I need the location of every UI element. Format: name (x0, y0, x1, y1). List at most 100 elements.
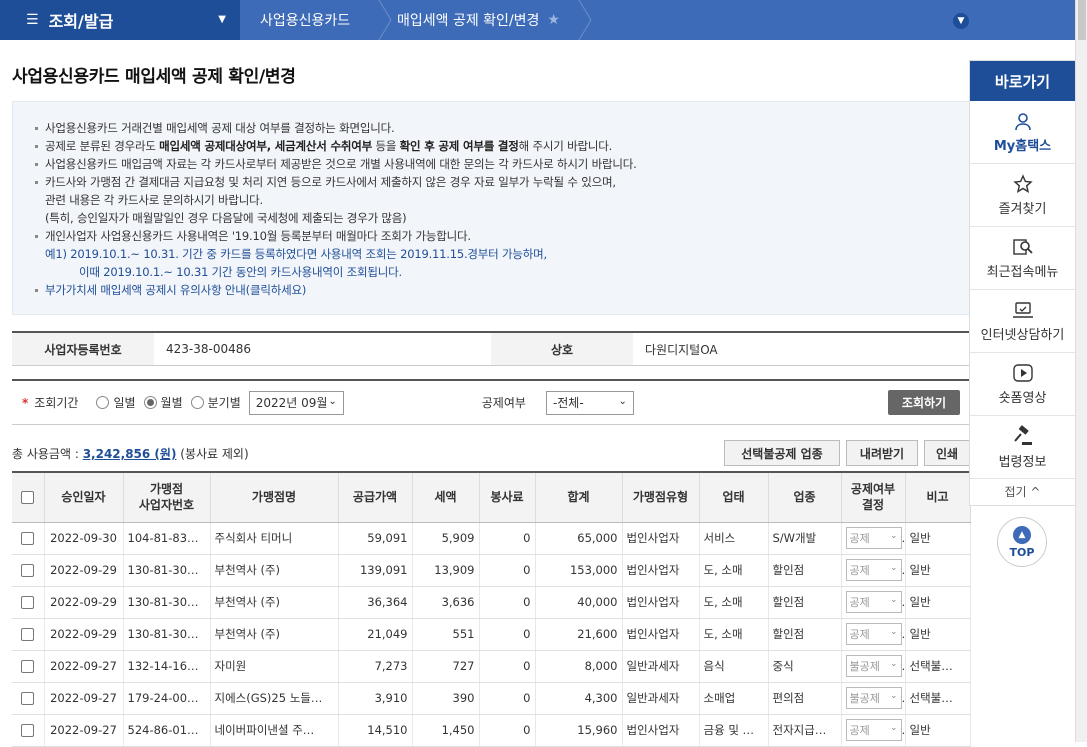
deduct-select-button[interactable]: 선택불공제 업종 (724, 440, 840, 466)
row-checkbox[interactable] (21, 596, 35, 609)
search-button[interactable]: 조회하기 (888, 390, 960, 415)
download-button[interactable]: 내려받기 (846, 440, 918, 466)
service-charge: 0 (479, 618, 536, 651)
service-charge: 0 (479, 682, 536, 715)
total-amount: 15,960 (535, 714, 623, 747)
business-type: 서비스 (699, 522, 769, 555)
deduct-decision: 공제 ⌄ (841, 714, 906, 747)
scroll-top-button[interactable]: ▲ TOP (997, 517, 1047, 567)
star-icon (1012, 173, 1033, 193)
supply-amount: 59,091 (338, 522, 413, 555)
merchant-name: 지에스(GS)25 노들… (210, 682, 339, 715)
search-filter: * 조회기간 일별 월별 분기별 2022년 09월 ⌄ 공제여부 -전체- ⌄ 조… (12, 379, 970, 425)
deduct-decision: 공제 ⌄ (841, 522, 906, 555)
note: 선택불… (905, 682, 971, 715)
menu-dropdown[interactable]: ☰ 조회/발급 ▼ (0, 0, 240, 40)
row-checkbox (12, 682, 45, 715)
deduct-decision: 불공제 ⌄ (841, 682, 906, 715)
transactions-table: 승인일자 가맹점 사업자번호 가맹점명 공급가액 세액 봉사료 합계 가맹점유형 … (12, 471, 971, 747)
total-amount: 8,000 (535, 650, 623, 683)
row-checkbox[interactable] (21, 628, 35, 641)
deduct-select[interactable]: -전체- ⌄ (545, 390, 634, 415)
info-line: (특히, 승인일자가 매월말일인 경우 다음달에 국세청에 제출되는 경우가 많… (45, 211, 407, 225)
merchant-name: 부천역사 (주) (210, 586, 339, 619)
total-amount: 총 사용금액 : 3,242,856 (원) (봉사료 제외) (12, 447, 249, 461)
quick-law-info[interactable]: 법령정보 (970, 416, 1075, 479)
arrow-up-icon: ▲ (1013, 525, 1031, 544)
business-item: S/W개발 (768, 522, 842, 555)
gavel-icon (1013, 424, 1032, 445)
column-header: 세액 (412, 471, 480, 523)
month-select[interactable]: 2022년 09월 ⌄ (248, 390, 344, 415)
quick-my-hometax[interactable]: My홈택스 (970, 101, 1075, 164)
notice-link[interactable]: 부가가치세 매입세액 공제시 유의사항 안내(클릭하세요) (33, 281, 969, 299)
deduct-decision-select[interactable]: 공제 ⌄ (845, 719, 902, 741)
info-line: 관련 내용은 각 카드사로 문의하시기 바랍니다. (45, 193, 263, 207)
row-checkbox[interactable] (21, 564, 35, 577)
table-row: 2022-09-29 130-81-30629 부천역사 (주) 21,049 551 0… (12, 618, 971, 651)
service-charge: 0 (479, 586, 536, 619)
tax-amount: 5,909 (412, 522, 480, 555)
deduct-decision-select[interactable]: 공제 ⌄ (845, 623, 902, 645)
deduct-decision-select[interactable]: 공제 ⌄ (845, 527, 902, 549)
menu-title: 조회/발급 (48, 12, 114, 31)
deduct-decision-select[interactable]: 불공제 ⌄ (845, 687, 902, 709)
reg-number-value: 423-38-00486 (166, 342, 252, 356)
breadcrumb-item-card[interactable]: 사업용신용카드 (240, 0, 392, 40)
business-type: 도, 소매 (699, 586, 769, 619)
deduct-decision: 불공제 ⌄ (841, 650, 906, 683)
fold-button[interactable]: 접기 ^ (970, 479, 1075, 503)
total-amount-link[interactable]: 3,242,856 (원) (83, 447, 177, 461)
quick-shortform-video[interactable]: 숏폼영상 (970, 353, 1075, 416)
info-line: 카드사와 가맹점 간 결제대금 지급요청 및 처리 지연 등으로 카드사에서 제… (33, 173, 969, 191)
row-checkbox[interactable] (21, 724, 35, 737)
supply-amount: 36,364 (338, 586, 413, 619)
row-checkbox[interactable] (21, 660, 35, 673)
radio-daily[interactable]: 일별 (96, 394, 136, 411)
deduct-decision-select[interactable]: 공제 ⌄ (845, 591, 902, 613)
company-name-value: 다원디지털OA (645, 342, 718, 357)
table-row: 2022-09-27 179-24-00791 지에스(GS)25 노들… 3,910… (12, 682, 971, 715)
merchant-name: 자미원 (210, 650, 339, 683)
hamburger-icon: ☰ (26, 12, 39, 28)
deduct-decision-select[interactable]: 불공제 ⌄ (845, 655, 902, 677)
quick-recent-menu[interactable]: 최근접속메뉴 (970, 227, 1075, 290)
deduct-decision: 공제 ⌄ (841, 554, 906, 587)
expand-circle-icon[interactable]: ▼ (953, 13, 969, 29)
row-checkbox[interactable] (21, 692, 35, 705)
select-all-checkbox[interactable] (21, 491, 35, 505)
quick-favorites[interactable]: 즐겨찾기 (970, 164, 1075, 227)
total-amount: 153,000 (535, 554, 623, 587)
page-scrollbar[interactable] (1075, 0, 1087, 742)
chevron-down-icon: ⌄ (889, 659, 898, 669)
merchant-bizno: 179-24-00791 (123, 682, 211, 715)
radio-monthly[interactable]: 월별 (143, 394, 183, 411)
approval-date: 2022-09-29 (44, 618, 124, 651)
print-button[interactable]: 인쇄 (924, 440, 970, 466)
column-header: 업종 (768, 471, 842, 523)
star-icon[interactable]: ★ (547, 12, 560, 28)
column-header: 승인일자 (44, 471, 124, 523)
total-amount: 4,300 (535, 682, 623, 715)
business-type: 음식 (699, 650, 769, 683)
service-charge: 0 (479, 554, 536, 587)
laptop-icon (1012, 301, 1033, 318)
deduct-decision-select[interactable]: 공제 ⌄ (845, 559, 902, 581)
table-row: 2022-09-29 130-81-30629 부천역사 (주) 36,364 3,63… (12, 586, 971, 619)
deduct-decision: 공제 ⌄ (841, 586, 906, 619)
supply-amount: 139,091 (338, 554, 413, 587)
chevron-down-icon: ⌄ (889, 563, 898, 573)
business-type: 도, 소매 (699, 554, 769, 587)
column-header: 봉사료 (479, 471, 536, 523)
approval-date: 2022-09-27 (44, 682, 124, 715)
tax-amount: 3,636 (412, 586, 480, 619)
service-charge: 0 (479, 714, 536, 747)
merchant-type: 법인사업자 (622, 522, 700, 555)
radio-quarterly[interactable]: 분기별 (190, 394, 241, 411)
note: 선택불… (905, 650, 971, 683)
quick-online-consult[interactable]: 인터넷상담하기 (970, 290, 1075, 353)
merchant-bizno: 130-81-30629 (123, 554, 211, 587)
row-checkbox[interactable] (21, 532, 35, 545)
approval-date: 2022-09-30 (44, 522, 124, 555)
breadcrumb-item-current[interactable]: 매입세액 공제 확인/변경 ★ (385, 0, 592, 40)
